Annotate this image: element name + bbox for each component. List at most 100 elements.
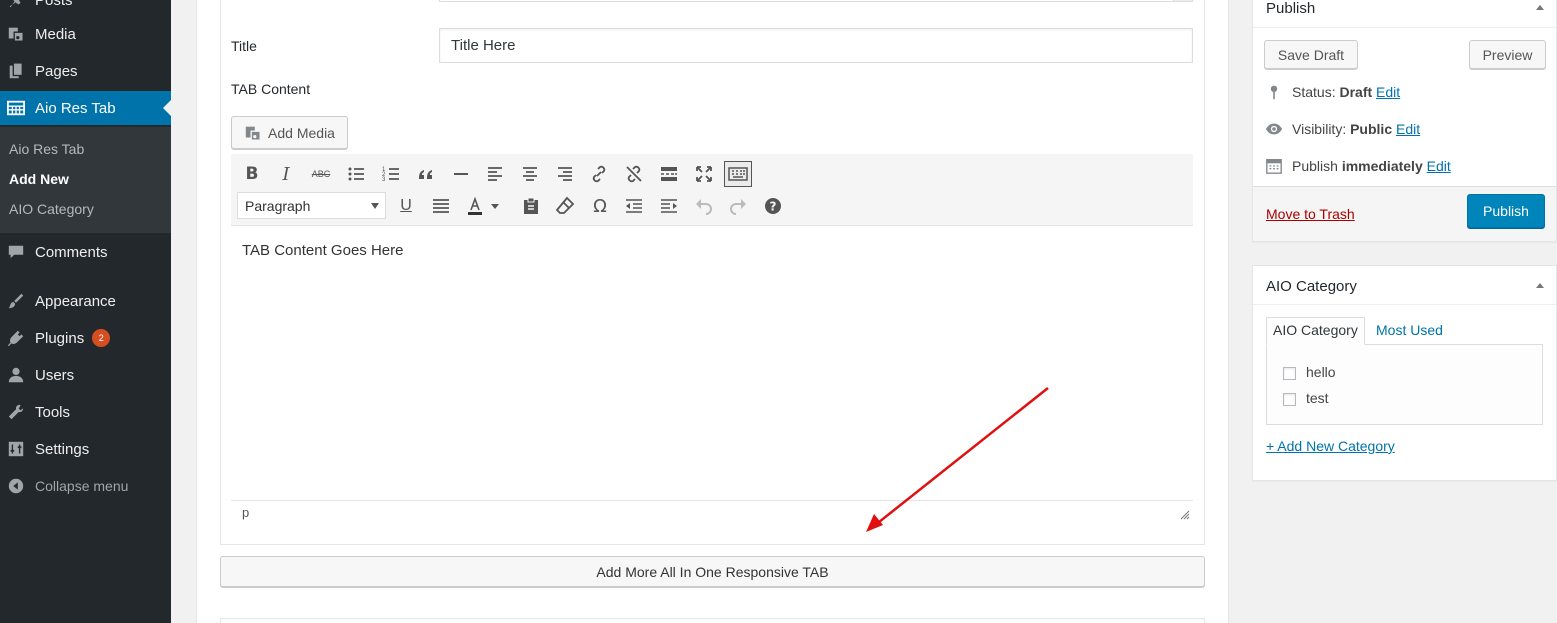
category-label-hello: hello xyxy=(1306,364,1336,380)
category-checkbox-test[interactable] xyxy=(1283,392,1296,406)
align-left-icon xyxy=(488,167,502,181)
title-label: Title xyxy=(231,38,257,54)
numbered-list-button[interactable]: 123 xyxy=(377,161,405,187)
tab-all-categories-label: AIO Category xyxy=(1273,322,1358,338)
resize-handle-icon[interactable] xyxy=(1180,510,1190,520)
edit-status-link[interactable]: Edit xyxy=(1376,84,1400,100)
add-more-tab-button[interactable]: Add More All In One Responsive TAB xyxy=(220,556,1205,587)
text-color-dropdown[interactable] xyxy=(488,193,502,219)
paragraph-format-select[interactable]: Paragraph xyxy=(237,192,386,219)
align-right-icon xyxy=(558,167,572,181)
clear-formatting-button[interactable] xyxy=(551,193,579,219)
redo-button[interactable] xyxy=(724,193,752,219)
caret-down-icon xyxy=(491,203,499,209)
preview-label: Preview xyxy=(1482,46,1533,63)
justify-button[interactable] xyxy=(427,193,455,219)
submenu-aio-category[interactable]: AIO Category xyxy=(9,201,94,217)
visibility-value: Public xyxy=(1350,121,1393,137)
media-icon xyxy=(6,24,26,44)
tab-most-used[interactable]: Most Used xyxy=(1376,322,1443,338)
menu-posts[interactable]: Posts xyxy=(0,0,171,17)
horizontal-line-button[interactable] xyxy=(447,161,475,187)
publish-box-title: Publish xyxy=(1266,0,1316,17)
category-box-title: AIO Category xyxy=(1266,278,1357,295)
bold-button[interactable]: B xyxy=(238,161,266,187)
outdent-icon xyxy=(626,199,642,213)
keyboard-shortcuts-button[interactable]: ? xyxy=(759,193,787,219)
edit-visibility-link[interactable]: Edit xyxy=(1396,121,1420,137)
current-menu-arrow xyxy=(163,100,171,116)
toggle-arrow-icon[interactable] xyxy=(1536,283,1544,288)
menu-comments[interactable]: Comments xyxy=(0,235,171,269)
category-checkbox-hello[interactable] xyxy=(1283,366,1296,380)
undo-icon xyxy=(696,199,712,215)
title-input[interactable] xyxy=(439,28,1193,63)
menu-posts-label: Posts xyxy=(35,0,73,9)
editor-text: TAB Content Goes Here xyxy=(242,242,404,259)
text-color-button[interactable] xyxy=(462,193,488,219)
collapse-menu-button[interactable]: Collapse menu xyxy=(0,469,171,503)
move-to-trash-link[interactable]: Move to Trash xyxy=(1266,206,1355,222)
menu-pages[interactable]: Pages xyxy=(0,54,171,88)
previous-input[interactable] xyxy=(439,0,1193,2)
pages-icon xyxy=(6,61,26,81)
category-checklist: hello test xyxy=(1266,344,1543,425)
pin-icon xyxy=(6,0,26,10)
menu-appearance[interactable]: Appearance xyxy=(0,284,171,318)
read-more-icon xyxy=(661,167,677,181)
align-right-button[interactable] xyxy=(551,161,579,187)
underline-button[interactable]: U xyxy=(392,193,420,219)
justify-icon xyxy=(433,199,449,213)
paste-text-button[interactable] xyxy=(517,193,545,219)
format-select-value: Paragraph xyxy=(245,197,311,214)
menu-media-label: Media xyxy=(35,25,76,43)
read-more-button[interactable] xyxy=(655,161,683,187)
bullet-list-icon xyxy=(348,167,364,181)
submenu-aio-res-tab[interactable]: Aio Res Tab xyxy=(9,141,84,157)
menu-comments-label: Comments xyxy=(35,243,108,261)
editor-path[interactable]: p xyxy=(242,505,249,520)
publish-button-label: Publish xyxy=(1483,203,1529,219)
horizontal-line-icon xyxy=(454,173,468,175)
publish-time-label: Publish xyxy=(1292,158,1338,174)
tab-all-categories[interactable]: AIO Category xyxy=(1266,317,1365,345)
numbered-list-icon: 123 xyxy=(382,167,399,183)
undo-button[interactable] xyxy=(690,193,718,219)
menu-media[interactable]: Media xyxy=(0,17,171,51)
menu-tools[interactable]: Tools xyxy=(0,395,171,429)
preview-button[interactable]: Preview xyxy=(1469,40,1546,69)
blockquote-button[interactable] xyxy=(412,161,440,187)
keyboard-icon xyxy=(728,167,748,181)
align-left-button[interactable] xyxy=(481,161,509,187)
menu-plugins[interactable]: Plugins 2 xyxy=(0,321,171,355)
edit-publish-time-link[interactable]: Edit xyxy=(1427,158,1451,174)
add-new-category-link[interactable]: + Add New Category xyxy=(1266,438,1395,454)
menu-aio-res-tab[interactable]: Aio Res Tab xyxy=(0,91,171,125)
align-center-button[interactable] xyxy=(516,161,544,187)
bullet-list-button[interactable] xyxy=(342,161,370,187)
submenu-add-new[interactable]: Add New xyxy=(9,171,69,187)
menu-aio-res-tab-label: Aio Res Tab xyxy=(35,99,116,117)
decrease-indent-button[interactable] xyxy=(620,193,648,219)
save-draft-button[interactable]: Save Draft xyxy=(1264,40,1358,69)
fullscreen-button[interactable] xyxy=(690,161,718,187)
remove-link-button[interactable] xyxy=(620,161,648,187)
insert-link-button[interactable] xyxy=(585,161,613,187)
italic-button[interactable]: I xyxy=(272,161,300,187)
special-character-button[interactable]: Ω xyxy=(586,193,614,219)
status-label: Status: xyxy=(1292,84,1336,100)
menu-plugins-label: Plugins xyxy=(35,329,85,347)
increase-indent-button[interactable] xyxy=(655,193,683,219)
toolbar-toggle-button[interactable] xyxy=(724,161,752,187)
add-more-tab-label: Add More All In One Responsive TAB xyxy=(596,563,829,580)
menu-users[interactable]: Users xyxy=(0,358,171,392)
menu-settings[interactable]: Settings xyxy=(0,432,171,466)
strikethrough-button[interactable]: ABC xyxy=(307,161,335,187)
toggle-arrow-icon[interactable] xyxy=(1536,5,1544,10)
comment-icon xyxy=(6,242,26,262)
tab-content-label: TAB Content xyxy=(231,81,311,97)
add-media-button[interactable]: Add Media xyxy=(231,116,348,149)
unlink-icon xyxy=(626,165,642,183)
collapse-menu-label: Collapse menu xyxy=(35,478,129,494)
publish-button[interactable]: Publish xyxy=(1467,194,1545,228)
